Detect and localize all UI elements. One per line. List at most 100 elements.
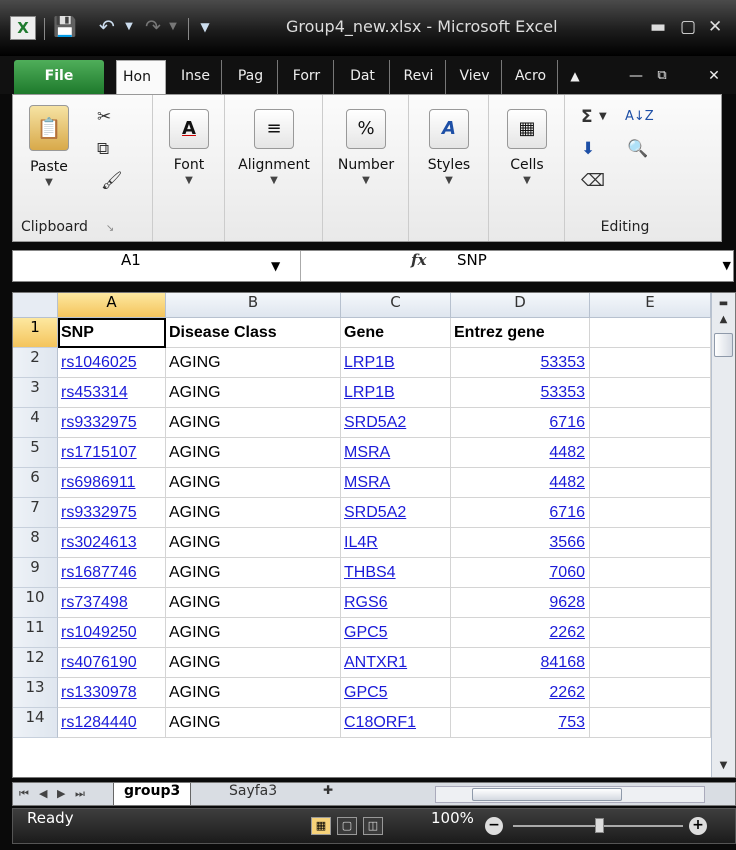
chevron-down-icon[interactable]: ▼ (599, 107, 607, 127)
cell-snp[interactable]: rs3024613 (58, 528, 166, 558)
zoom-level[interactable]: 100% (431, 809, 474, 827)
cell-empty[interactable] (590, 348, 711, 378)
scroll-down-icon[interactable]: ▼ (714, 757, 733, 775)
undo-icon[interactable]: ↶ (94, 14, 120, 40)
autosum-icon[interactable]: Σ (581, 107, 593, 127)
header-cell[interactable] (590, 318, 711, 348)
sort-filter-icon[interactable]: A↓Z (625, 107, 654, 127)
column-header-d[interactable]: D (451, 293, 590, 318)
row-header[interactable]: 5 (13, 438, 58, 468)
cell-disease-class[interactable]: AGING (166, 528, 341, 558)
cell-snp[interactable]: rs1284440 (58, 708, 166, 738)
row-header[interactable]: 11 (13, 618, 58, 648)
redo-dropdown-icon[interactable]: ▼ (166, 14, 180, 40)
expand-formula-bar-icon[interactable]: ▼ (723, 251, 731, 281)
cell-gene[interactable]: MSRA (341, 438, 451, 468)
cell-gene[interactable]: MSRA (341, 468, 451, 498)
row-header[interactable]: 1 (13, 318, 58, 348)
cell-snp[interactable]: rs737498 (58, 588, 166, 618)
cell-empty[interactable] (590, 468, 711, 498)
row-header[interactable]: 14 (13, 708, 58, 738)
tab-home[interactable]: Hon (116, 60, 166, 94)
horizontal-scrollbar[interactable] (435, 786, 705, 803)
cell-disease-class[interactable]: AGING (166, 468, 341, 498)
cell-gene[interactable]: THBS4 (341, 558, 451, 588)
cell-disease-class[interactable]: AGING (166, 498, 341, 528)
cell-entrez-gene[interactable]: 53353 (451, 378, 590, 408)
tab-page-layout[interactable]: Pag (224, 60, 278, 94)
cell-entrez-gene[interactable]: 9628 (451, 588, 590, 618)
styles-button[interactable]: A Styles ▼ (415, 109, 483, 186)
header-cell[interactable]: Entrez gene (451, 318, 590, 348)
cell-disease-class[interactable]: AGING (166, 648, 341, 678)
cell-snp[interactable]: rs453314 (58, 378, 166, 408)
redo-icon[interactable]: ↷ (142, 14, 164, 40)
cell-empty[interactable] (590, 558, 711, 588)
row-header[interactable]: 2 (13, 348, 58, 378)
find-select-icon[interactable]: 🔍 (627, 139, 648, 159)
doc-close-button[interactable]: ✕ (702, 60, 726, 94)
insert-function-icon[interactable]: fx (411, 251, 426, 269)
cell-snp[interactable]: rs1687746 (58, 558, 166, 588)
column-header-a[interactable]: A (58, 293, 166, 318)
cell-entrez-gene[interactable]: 2262 (451, 618, 590, 648)
tab-insert[interactable]: Inse (170, 60, 222, 94)
insert-sheet-icon[interactable]: ✚ (313, 783, 343, 805)
cell-snp[interactable]: rs6986911 (58, 468, 166, 498)
cell-gene[interactable]: LRP1B (341, 348, 451, 378)
header-cell[interactable]: Disease Class (166, 318, 341, 348)
copy-icon[interactable]: ⧉ (97, 139, 109, 159)
sheet-tab-sayfa3[interactable]: Sayfa3 (219, 783, 287, 805)
row-header[interactable]: 8 (13, 528, 58, 558)
cell-empty[interactable] (590, 408, 711, 438)
cell-snp[interactable]: rs1330978 (58, 678, 166, 708)
chevron-down-icon[interactable]: ▼ (271, 251, 280, 281)
excel-app-icon[interactable]: X (10, 16, 36, 40)
font-button[interactable]: A Font ▼ (165, 109, 213, 186)
doc-restore-button[interactable]: ⧉ (650, 60, 674, 94)
row-header[interactable]: 9 (13, 558, 58, 588)
cell-gene[interactable]: C18ORF1 (341, 708, 451, 738)
cut-icon[interactable]: ✂ (97, 107, 111, 127)
cell-entrez-gene[interactable]: 6716 (451, 498, 590, 528)
scroll-thumb[interactable] (714, 333, 733, 357)
scroll-thumb[interactable] (472, 788, 622, 801)
minimize-button[interactable]: ▬ (650, 14, 666, 40)
save-icon[interactable]: 💾 (52, 14, 78, 40)
page-layout-view-icon[interactable]: ▢ (337, 817, 357, 835)
sheet-tab-group3[interactable]: group3 (113, 783, 192, 805)
row-header[interactable]: 3 (13, 378, 58, 408)
cell-gene[interactable]: LRP1B (341, 378, 451, 408)
cell-empty[interactable] (590, 528, 711, 558)
row-header[interactable]: 4 (13, 408, 58, 438)
paste-button[interactable]: 📋 Paste ▼ (19, 105, 79, 188)
normal-view-icon[interactable]: ▦ (311, 817, 331, 835)
clear-icon[interactable]: ⌫ (581, 171, 605, 191)
tab-formulas[interactable]: Forr (280, 60, 334, 94)
maximize-button[interactable]: ▢ (680, 14, 696, 40)
cell-disease-class[interactable]: AGING (166, 588, 341, 618)
cell-entrez-gene[interactable]: 4482 (451, 438, 590, 468)
fill-icon[interactable]: ⬇ (581, 139, 595, 159)
cell-disease-class[interactable]: AGING (166, 678, 341, 708)
cell-disease-class[interactable]: AGING (166, 558, 341, 588)
cell-snp[interactable]: rs4076190 (58, 648, 166, 678)
cell-disease-class[interactable]: AGING (166, 408, 341, 438)
undo-dropdown-icon[interactable]: ▼ (122, 14, 136, 40)
cell-entrez-gene[interactable]: 6716 (451, 408, 590, 438)
cell-gene[interactable]: SRD5A2 (341, 408, 451, 438)
cell-gene[interactable]: IL4R (341, 528, 451, 558)
cell-disease-class[interactable]: AGING (166, 708, 341, 738)
cell-entrez-gene[interactable]: 4482 (451, 468, 590, 498)
scroll-up-icon[interactable]: ▲ (714, 311, 733, 329)
cell-gene[interactable]: RGS6 (341, 588, 451, 618)
cell-entrez-gene[interactable]: 84168 (451, 648, 590, 678)
zoom-in-button[interactable]: + (689, 817, 707, 835)
close-button[interactable]: ✕ (708, 14, 722, 40)
doc-minimize-button[interactable]: — (626, 60, 646, 94)
formula-input[interactable]: SNP (457, 251, 487, 269)
cell-gene[interactable]: ANTXR1 (341, 648, 451, 678)
cell-empty[interactable] (590, 678, 711, 708)
tab-review[interactable]: Revi (392, 60, 446, 94)
cell-empty[interactable] (590, 378, 711, 408)
